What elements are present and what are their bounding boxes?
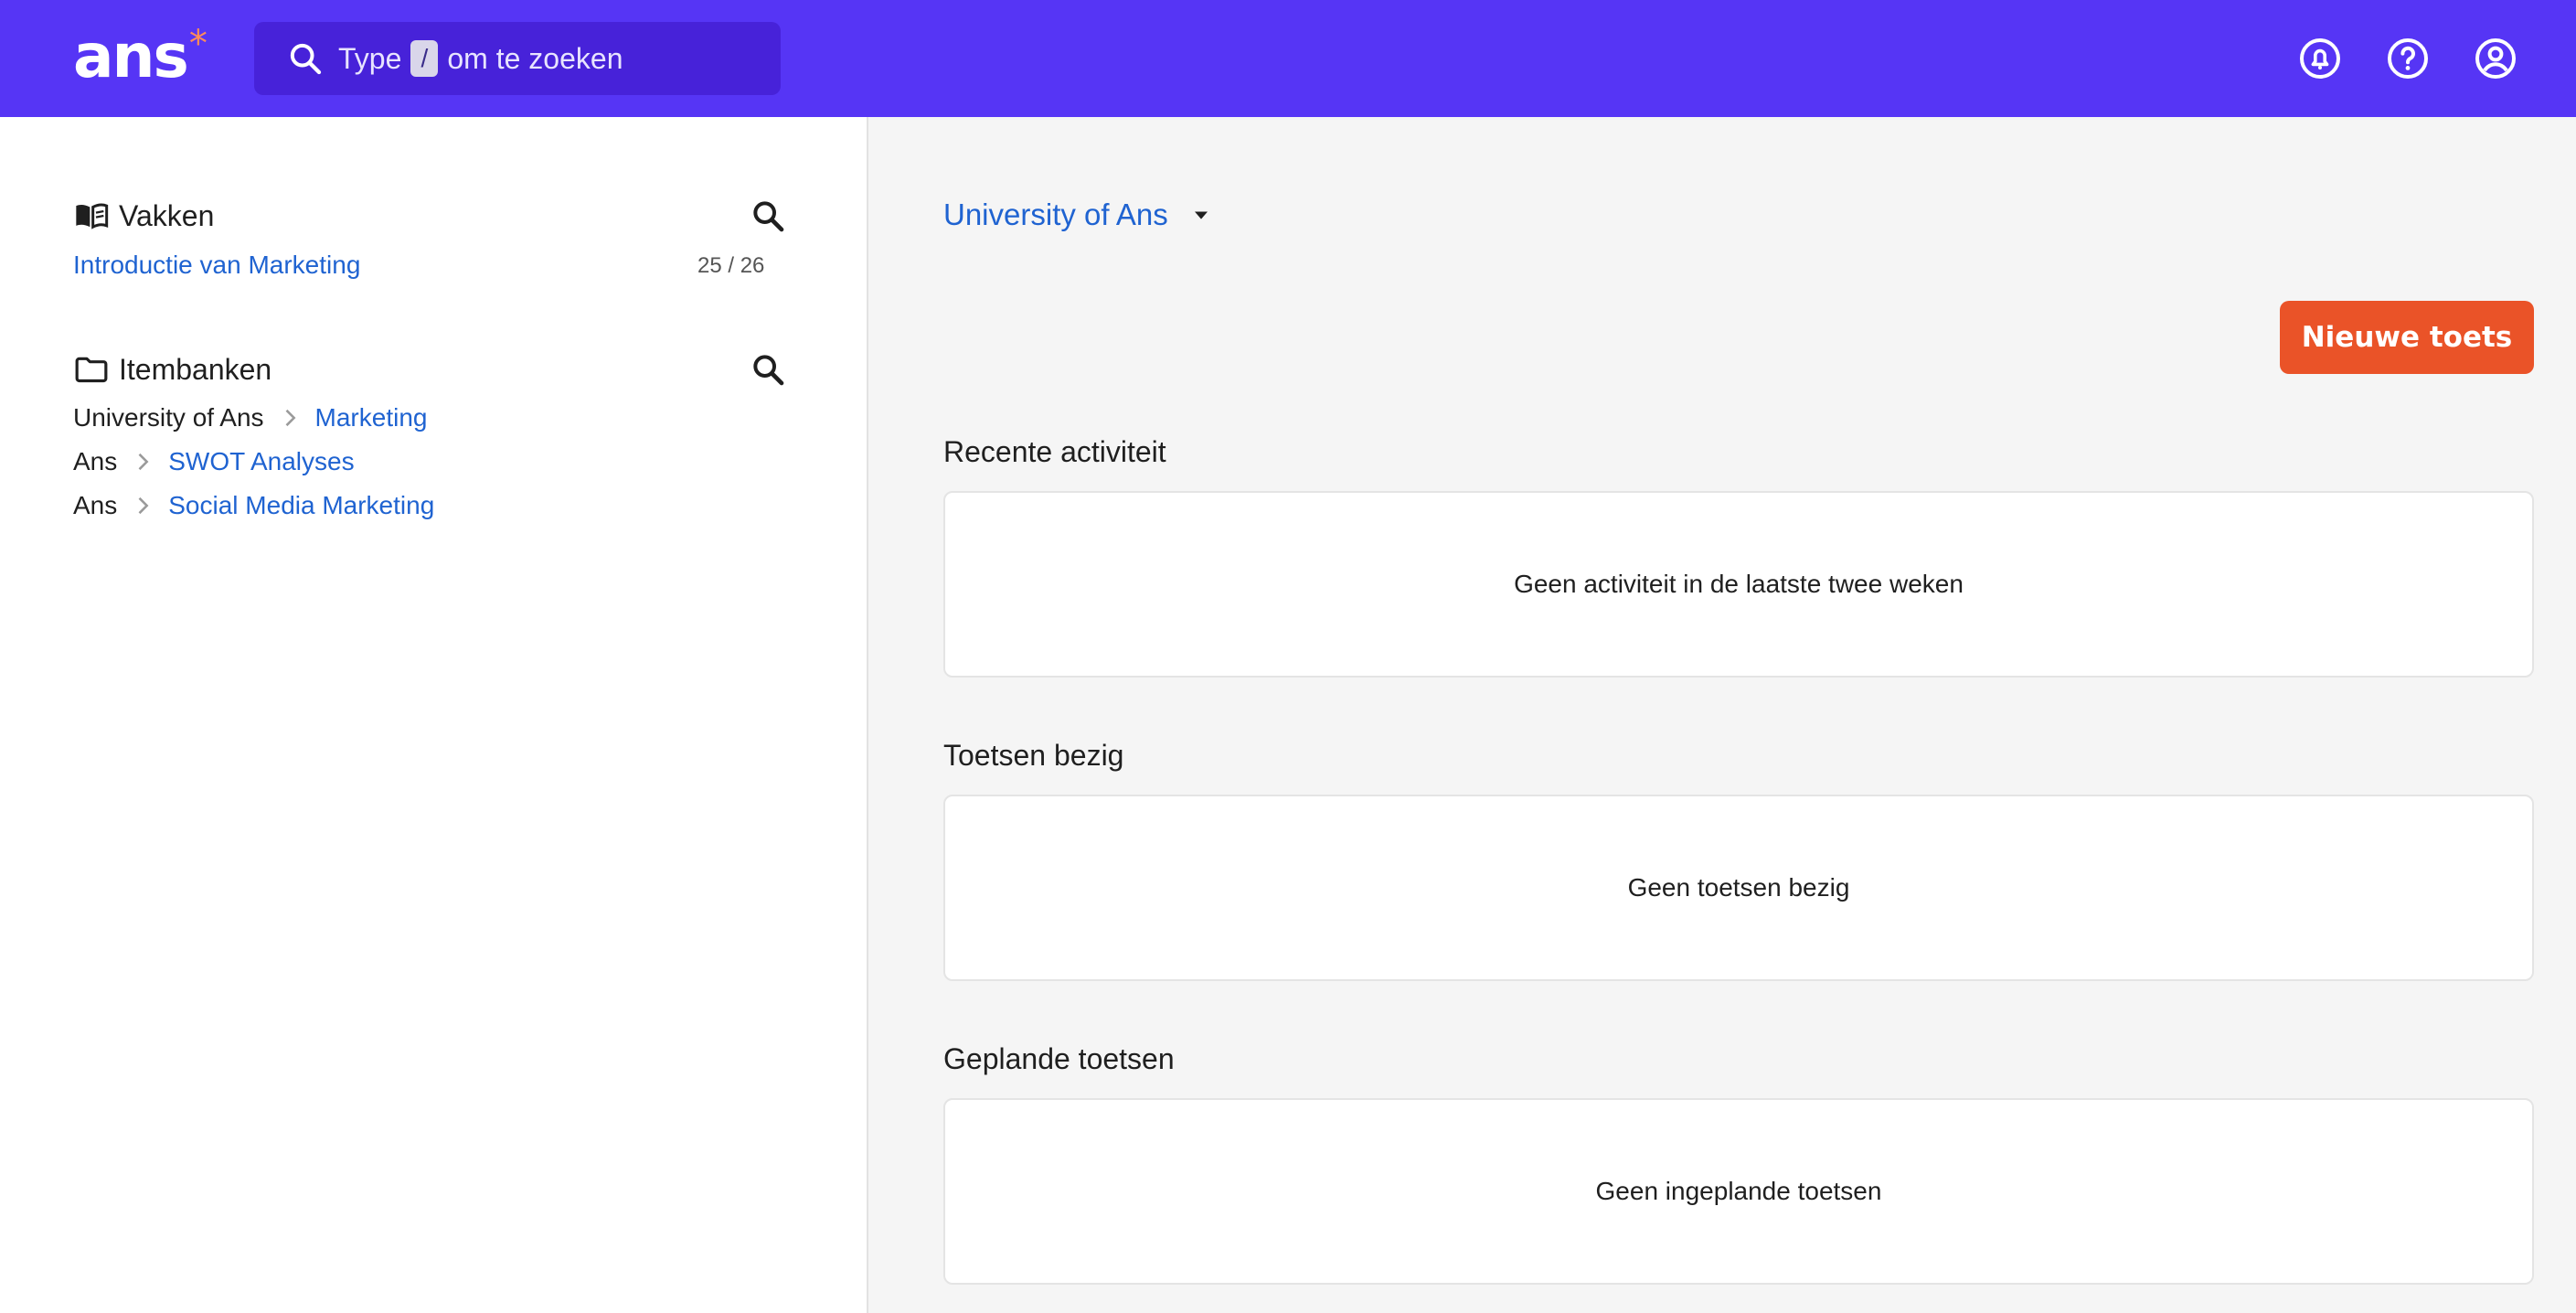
organization-name: University of Ans	[943, 197, 1168, 231]
search-placeholder: Type / om te zoeken	[338, 40, 623, 77]
sidebar: Vakken Introductie van Marketing 25 / 26…	[0, 117, 868, 1313]
chevron-right-icon	[285, 409, 296, 427]
itembank-link[interactable]: Social Media Marketing	[168, 491, 434, 520]
account-icon[interactable]	[2474, 37, 2517, 80]
organization-selector[interactable]: University of Ans	[943, 197, 1214, 232]
search-itembanks-icon[interactable]	[750, 351, 786, 388]
search-placeholder-prefix: Type	[338, 41, 402, 75]
course-item[interactable]: Introductie van Marketing	[73, 251, 360, 280]
itembank-item: Ans SWOT Analyses	[73, 447, 355, 476]
recent-activity-card: Geen activiteit in de laatste twee weken	[943, 491, 2534, 678]
search-shortcut-key: /	[410, 40, 439, 77]
tests-in-progress-card: Geen toetsen bezig	[943, 795, 2534, 981]
search-bar[interactable]: Type / om te zoeken	[254, 22, 781, 95]
search-icon	[290, 43, 322, 75]
itembanks-header: Itembanken	[73, 351, 271, 388]
itembank-item: Ans Social Media Marketing	[73, 491, 434, 520]
ans-logo[interactable]: ans *	[73, 20, 208, 93]
tests-in-progress-title: Toetsen bezig	[943, 739, 1124, 772]
logo-text: ans	[73, 21, 189, 91]
itembanks-title: Itembanken	[119, 352, 272, 386]
courses-header: Vakken	[73, 197, 214, 234]
itembank-item: University of Ans Marketing	[73, 403, 427, 432]
top-bar: ans * Type / om te zoeken	[0, 0, 2576, 117]
book-icon	[76, 203, 109, 230]
notifications-icon[interactable]	[2298, 37, 2342, 80]
courses-title: Vakken	[119, 198, 215, 232]
main-content: University of Ans Nieuwe toets Recente a…	[870, 117, 2576, 1313]
itembank-parent[interactable]: University of Ans	[73, 403, 264, 432]
course-link[interactable]: Introductie van Marketing	[73, 251, 360, 280]
itembank-link[interactable]: Marketing	[315, 403, 428, 432]
scheduled-tests-card: Geen ingeplande toetsen	[943, 1098, 2534, 1285]
itembank-parent[interactable]: Ans	[73, 447, 117, 476]
logo-star: *	[188, 23, 208, 65]
itembank-parent[interactable]: Ans	[73, 491, 117, 520]
itembank-link[interactable]: SWOT Analyses	[168, 447, 354, 476]
folder-icon	[75, 357, 108, 383]
caret-down-icon	[1194, 211, 1208, 219]
empty-state-text: Geen toetsen bezig	[1627, 873, 1850, 902]
help-icon[interactable]	[2386, 37, 2430, 80]
scheduled-tests-title: Geplande toetsen	[943, 1042, 1175, 1075]
search-courses-icon[interactable]	[750, 197, 786, 234]
empty-state-text: Geen ingeplande toetsen	[1595, 1177, 1882, 1205]
empty-state-text: Geen activiteit in de laatste twee weken	[1514, 570, 1964, 598]
new-test-button[interactable]: Nieuwe toets	[2280, 301, 2534, 374]
chevron-right-icon	[138, 453, 149, 471]
course-count: 25 / 26	[697, 253, 765, 278]
search-placeholder-suffix: om te zoeken	[447, 41, 623, 75]
chevron-right-icon	[138, 496, 149, 515]
recent-activity-title: Recente activiteit	[943, 435, 1166, 468]
